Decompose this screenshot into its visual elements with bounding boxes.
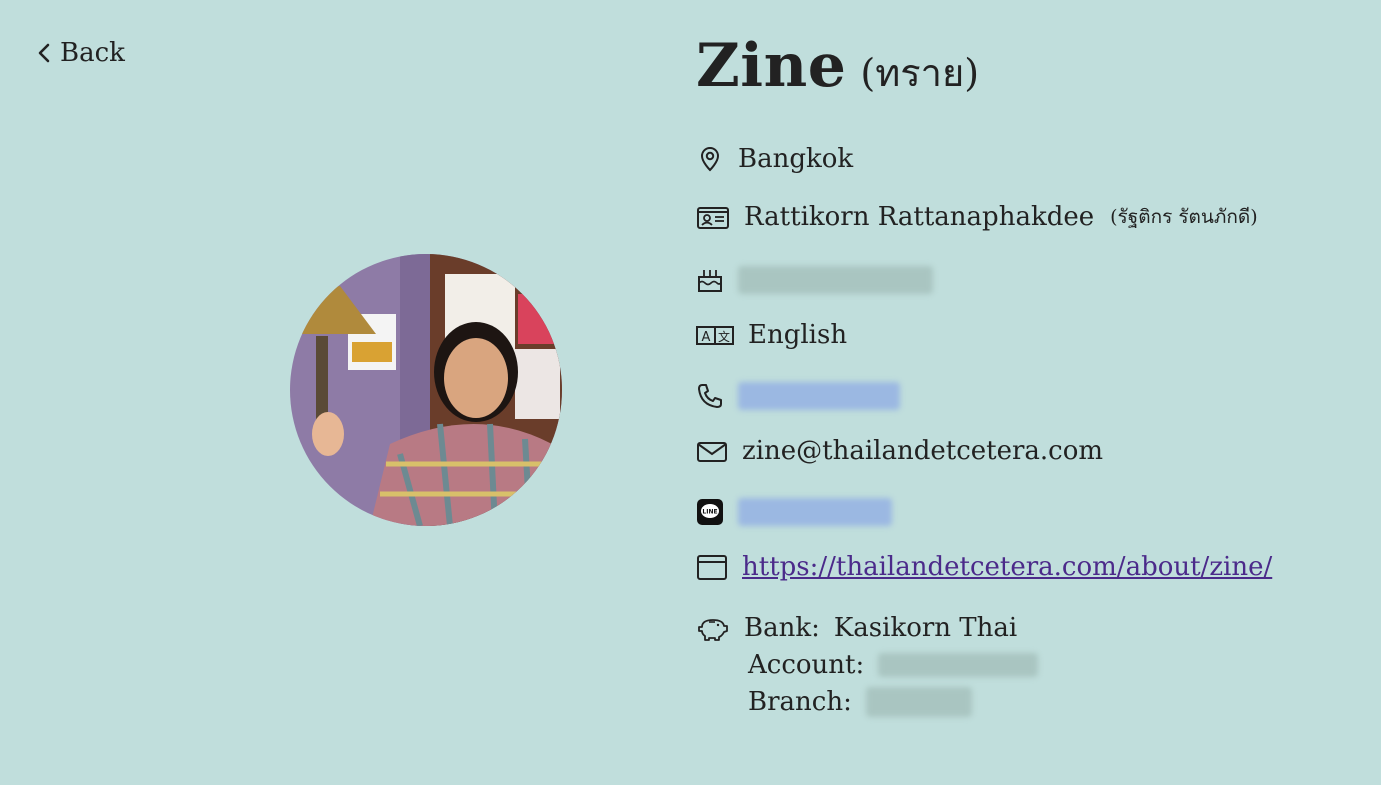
- line-app-icon: LINE: [696, 498, 724, 526]
- bank-label: Bank:: [744, 613, 820, 643]
- full-name-thai: (รัฐติกร รัตนภักดี): [1110, 206, 1258, 228]
- bank-name: Kasikorn Thai: [833, 613, 1018, 643]
- profile-nickname: (ทราย): [860, 51, 980, 95]
- back-label: Back: [60, 38, 125, 68]
- back-button[interactable]: Back: [36, 38, 125, 68]
- id-card-icon: [696, 203, 730, 231]
- piggy-bank-icon: [696, 614, 730, 642]
- svg-text:A: A: [702, 330, 711, 345]
- full-name-text: Rattikorn Rattanaphakdee: [744, 202, 1095, 232]
- branch-value-redacted: [865, 686, 972, 717]
- birthday-cake-icon: [696, 266, 724, 294]
- language-icon: A文: [696, 321, 734, 349]
- account-label: Account:: [748, 649, 865, 680]
- name-heading: Zine (ทราย): [696, 36, 1356, 126]
- browser-window-icon: [696, 553, 728, 581]
- avatar-photo: [290, 254, 562, 526]
- profile-details: Zine (ทราย) Bangkok Rattikorn Rattanapha…: [696, 36, 1356, 717]
- account-value-redacted: [878, 652, 1039, 677]
- line-row: LINE: [696, 498, 892, 526]
- chevron-left-icon: [38, 43, 50, 63]
- phone-row: [696, 382, 900, 410]
- svg-text:LINE: LINE: [702, 509, 717, 516]
- email-text[interactable]: zine@thailandetcetera.com: [742, 436, 1103, 466]
- avatar: [290, 254, 562, 526]
- profile-name: Zine: [696, 31, 847, 101]
- website-row: https://thailandetcetera.com/about/zine/: [696, 552, 1272, 582]
- birthday-row: [696, 266, 933, 294]
- website-link[interactable]: https://thailandetcetera.com/about/zine/: [742, 552, 1272, 582]
- envelope-icon: [696, 437, 728, 465]
- branch-row: Branch:: [696, 683, 1038, 720]
- full-name-row: Rattikorn Rattanaphakdee (รัฐติกร รัตนภั…: [696, 202, 1258, 232]
- phone-icon: [696, 382, 724, 410]
- account-row: Account:: [696, 646, 1039, 683]
- map-pin-icon: [696, 145, 724, 173]
- phone-value-redacted[interactable]: [738, 382, 900, 410]
- birthday-value-redacted: [738, 266, 933, 294]
- location-text: Bangkok: [738, 144, 854, 174]
- svg-text:文: 文: [718, 329, 730, 344]
- bank-details: Bank: Kasikorn Thai Account: Branch:: [696, 610, 1039, 720]
- line-id-redacted[interactable]: [738, 498, 892, 526]
- branch-label: Branch:: [748, 686, 852, 717]
- email-row: zine@thailandetcetera.com: [696, 436, 1103, 466]
- bank-row: Bank: Kasikorn Thai: [696, 610, 1038, 646]
- language-row: A文 English: [696, 320, 847, 350]
- language-text: English: [748, 320, 848, 350]
- location-row: Bangkok: [696, 144, 853, 174]
- profile-page: Back Zine (ทราย) Bangkok Rattikorn Ratta…: [0, 0, 1381, 785]
